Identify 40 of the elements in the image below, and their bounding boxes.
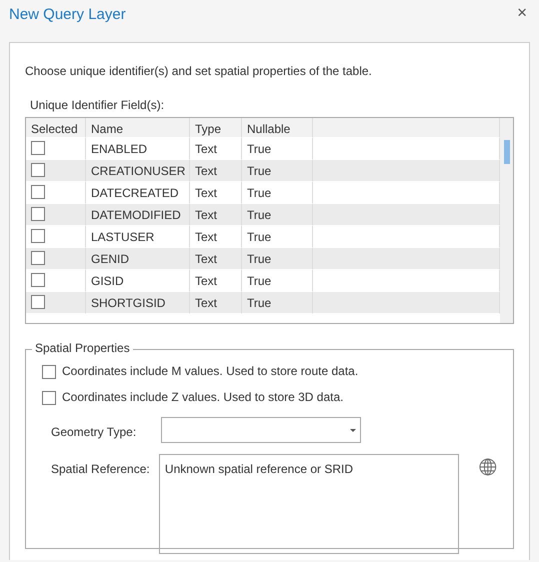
table-cell: True [242, 160, 313, 182]
row-checkbox[interactable] [31, 251, 45, 265]
column-header: Type [190, 118, 242, 138]
column-header: Nullable [242, 118, 313, 138]
caret-icon [350, 428, 356, 432]
option-checkbox[interactable] [42, 390, 56, 404]
table-cell: DATEMODIFIED [86, 204, 190, 226]
window-title: New Query Layer [9, 5, 126, 25]
row-checkbox[interactable] [31, 185, 45, 199]
globe-icon[interactable] [479, 458, 497, 476]
row-checkbox[interactable] [31, 295, 45, 309]
table-cell: True [242, 204, 313, 226]
table-cell: SHORTGISID [86, 292, 190, 314]
table-cell: CREATIONUSER [86, 160, 190, 182]
checkbox-label: Coordinates include Z values. Used to store 3D data. [62, 389, 344, 406]
description-text: Choose unique identifier(s) and set spatial properties of the table. [25, 63, 373, 80]
table-cell: True [242, 248, 313, 270]
geometry-type-dropdown[interactable] [161, 417, 361, 443]
row-checkbox[interactable] [31, 229, 45, 243]
scrollbar[interactable] [500, 118, 513, 323]
table-cell: Text [190, 292, 242, 314]
table-cell: True [242, 292, 313, 314]
table-cell: GENID [86, 248, 190, 270]
field-label: Spatial Reference: [51, 461, 151, 478]
row-checkbox[interactable] [31, 207, 45, 221]
row-checkbox[interactable] [31, 141, 45, 155]
row-checkbox[interactable] [31, 273, 45, 287]
checkbox-label: Coordinates include M values. Used to store route data. [62, 363, 358, 380]
close-button[interactable]: × [515, 4, 529, 21]
table-cell: Text [190, 248, 242, 270]
option-checkbox[interactable] [42, 364, 56, 378]
spatial-reference-field[interactable]: Unknown spatial reference or SRID [158, 454, 460, 554]
group-title: Spatial Properties [32, 342, 133, 354]
table-cell: Text [190, 204, 242, 226]
row-checkbox[interactable] [31, 163, 45, 177]
field-label: Unique Identifier Field(s): [30, 97, 166, 114]
column-header: Selected [26, 118, 86, 138]
column-header: Name [86, 118, 190, 138]
table-cell: Text [190, 160, 242, 182]
field-label: Geometry Type: [51, 424, 138, 441]
